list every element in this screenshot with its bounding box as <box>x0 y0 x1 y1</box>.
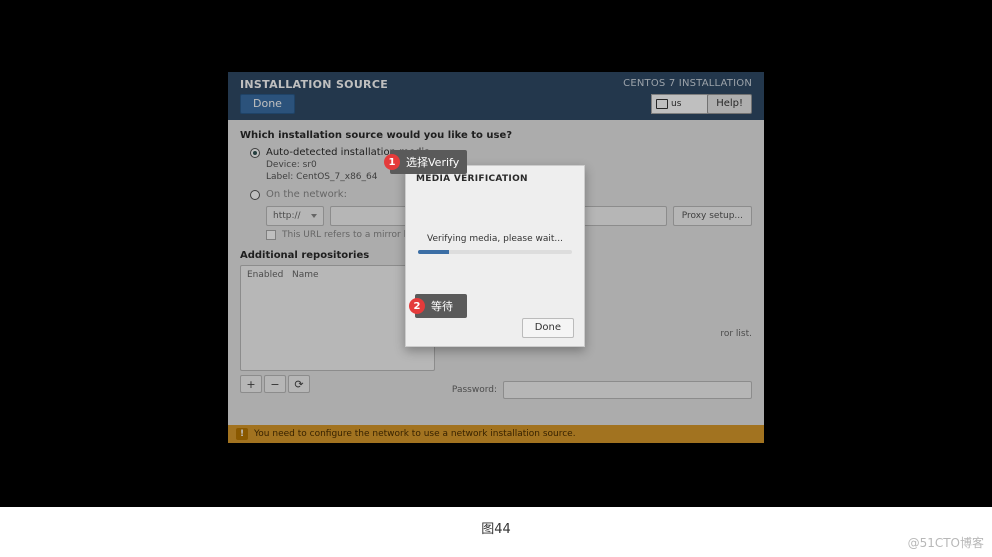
annotation-2: 2 等待 <box>415 294 467 318</box>
annotation-2-text: 等待 <box>431 298 453 314</box>
modal-text: Verifying media, please wait... <box>406 234 584 244</box>
annotation-1-badge: 1 <box>384 154 400 170</box>
black-letterbox: INSTALLATION SOURCE Done CENTOS 7 INSTAL… <box>0 0 992 507</box>
modal-done-button[interactable]: Done <box>522 318 574 338</box>
progress-bar <box>418 250 572 254</box>
annotation-2-badge: 2 <box>409 298 425 314</box>
annotation-1-text: 选择Verify <box>406 154 459 170</box>
watermark: @51CTO博客 <box>908 534 984 551</box>
progress-fill <box>418 250 449 254</box>
figure-caption: 图44 <box>0 518 992 537</box>
annotation-1: 1 选择Verify <box>390 150 467 174</box>
verification-modal: MEDIA VERIFICATION Verifying media, plea… <box>405 165 585 347</box>
